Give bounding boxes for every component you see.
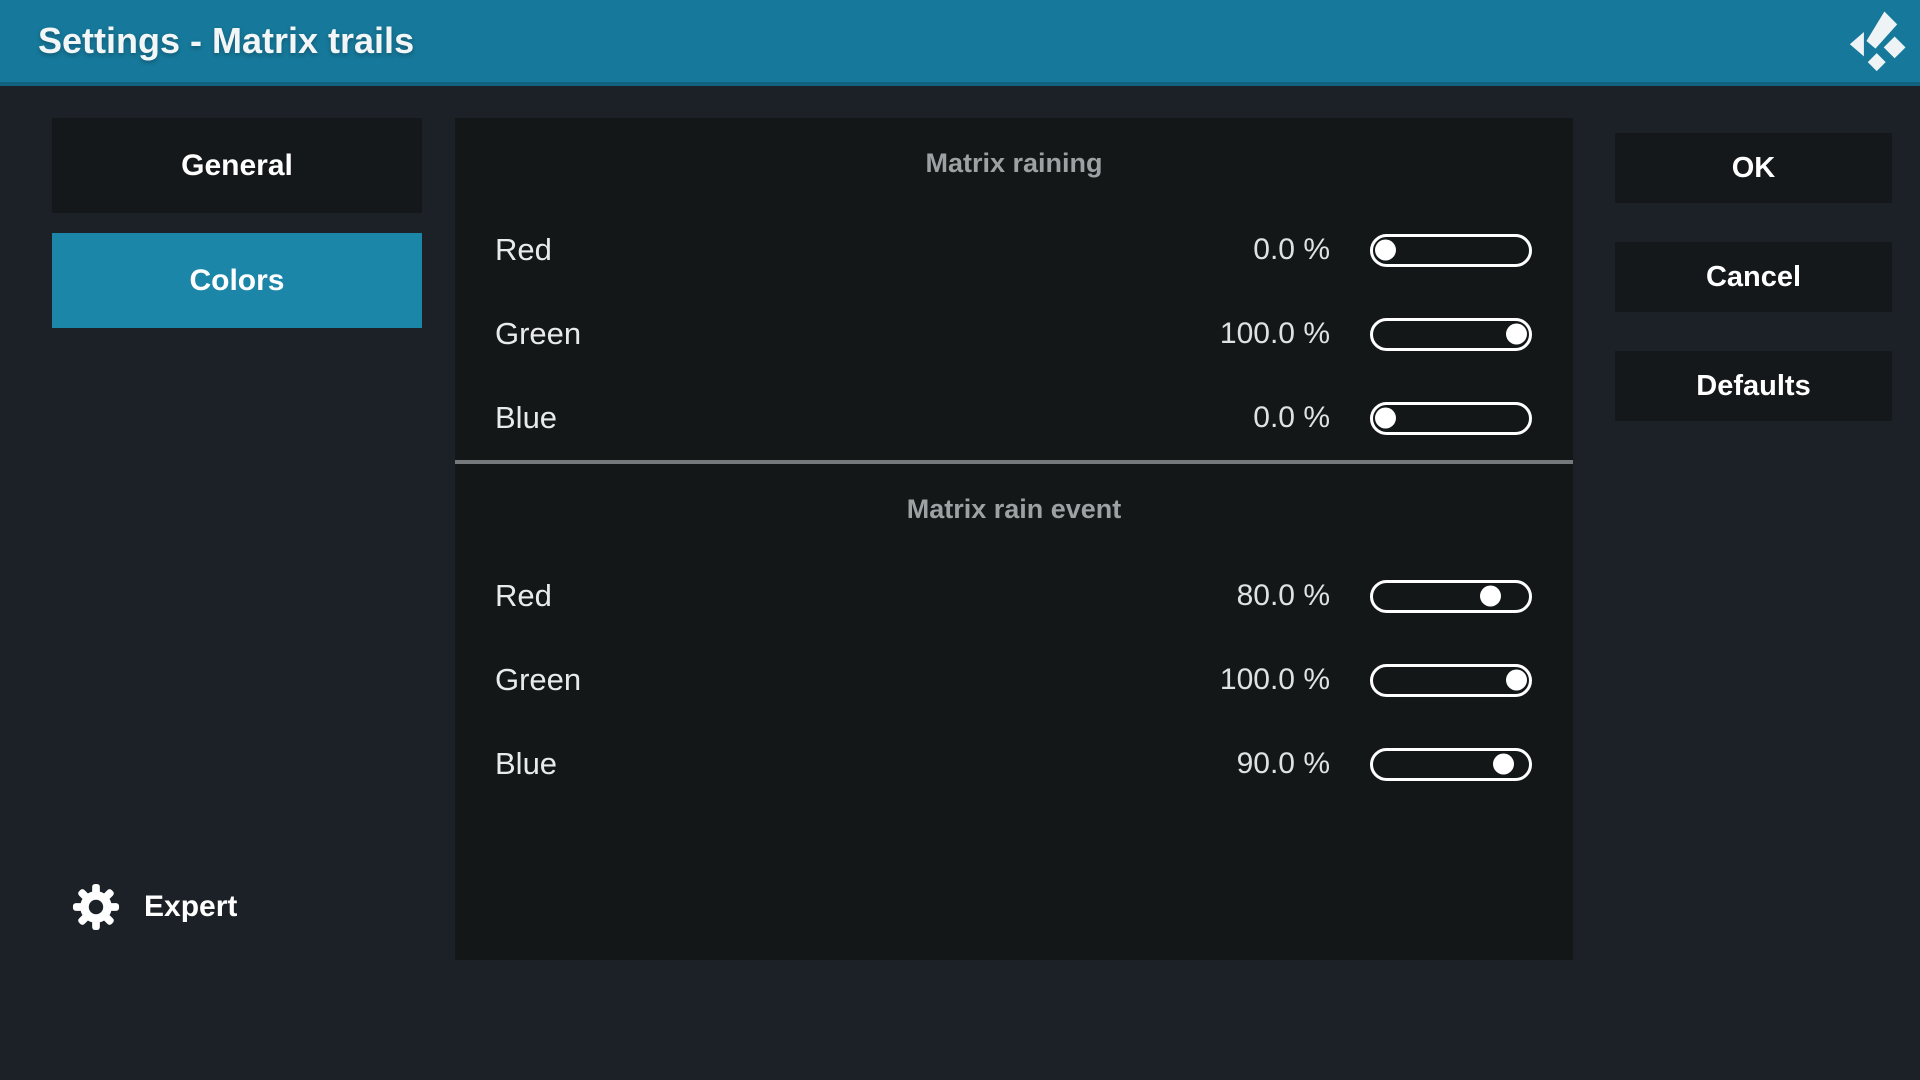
- window-titlebar: Settings - Matrix trails: [0, 0, 1920, 86]
- section-title: Matrix rain event: [455, 464, 1573, 554]
- section-rows: Red 80.0 % Green 100.0 % Blue 90.0 %: [455, 554, 1573, 806]
- setting-label: Blue: [495, 746, 1237, 782]
- slider[interactable]: [1370, 402, 1532, 435]
- setting-row: Red 80.0 %: [455, 554, 1573, 638]
- ok-button[interactable]: OK: [1615, 133, 1892, 203]
- slider[interactable]: [1370, 234, 1532, 267]
- section-title: Matrix raining: [455, 118, 1573, 208]
- setting-row: Blue 0.0 %: [455, 376, 1573, 460]
- setting-label: Red: [495, 232, 1253, 268]
- window-title: Settings - Matrix trails: [38, 20, 414, 62]
- setting-value: 90.0 %: [1237, 747, 1330, 781]
- setting-row: Blue 90.0 %: [455, 722, 1573, 806]
- cancel-button[interactable]: Cancel: [1615, 242, 1892, 312]
- setting-value: 0.0 %: [1253, 401, 1330, 435]
- setting-label: Red: [495, 578, 1237, 614]
- setting-value: 100.0 %: [1220, 317, 1330, 351]
- defaults-button[interactable]: Defaults: [1615, 351, 1892, 421]
- slider-knob[interactable]: [1480, 586, 1501, 607]
- slider[interactable]: [1370, 318, 1532, 351]
- slider-knob[interactable]: [1506, 324, 1527, 345]
- setting-row: Red 0.0 %: [455, 208, 1573, 292]
- setting-row: Green 100.0 %: [455, 638, 1573, 722]
- settings-panel: Matrix raining Red 0.0 % Green 100.0 % B…: [455, 118, 1573, 960]
- slider[interactable]: [1370, 580, 1532, 613]
- slider-knob[interactable]: [1506, 670, 1527, 691]
- slider-knob[interactable]: [1375, 240, 1396, 261]
- settings-dialog: Settings - Matrix trails General Colors: [0, 0, 1920, 1080]
- setting-label: Blue: [495, 400, 1253, 436]
- setting-value: 100.0 %: [1220, 663, 1330, 697]
- tab-general[interactable]: General: [52, 118, 422, 213]
- slider-knob[interactable]: [1375, 408, 1396, 429]
- setting-value: 0.0 %: [1253, 233, 1330, 267]
- kodi-logo: [1846, 9, 1910, 73]
- tab-colors[interactable]: Colors: [52, 233, 422, 328]
- setting-label: Green: [495, 662, 1220, 698]
- gear-icon: [72, 883, 120, 931]
- slider[interactable]: [1370, 748, 1532, 781]
- slider-knob[interactable]: [1493, 754, 1514, 775]
- setting-label: Green: [495, 316, 1220, 352]
- action-buttons: OK Cancel Defaults: [1615, 133, 1892, 460]
- slider[interactable]: [1370, 664, 1532, 697]
- setting-value: 80.0 %: [1237, 579, 1330, 613]
- category-sidebar: General Colors: [52, 118, 422, 348]
- settings-level-label: Expert: [144, 890, 237, 924]
- section-rows: Red 0.0 % Green 100.0 % Blue 0.0 %: [455, 208, 1573, 460]
- settings-level-toggle[interactable]: Expert: [72, 883, 237, 931]
- setting-row: Green 100.0 %: [455, 292, 1573, 376]
